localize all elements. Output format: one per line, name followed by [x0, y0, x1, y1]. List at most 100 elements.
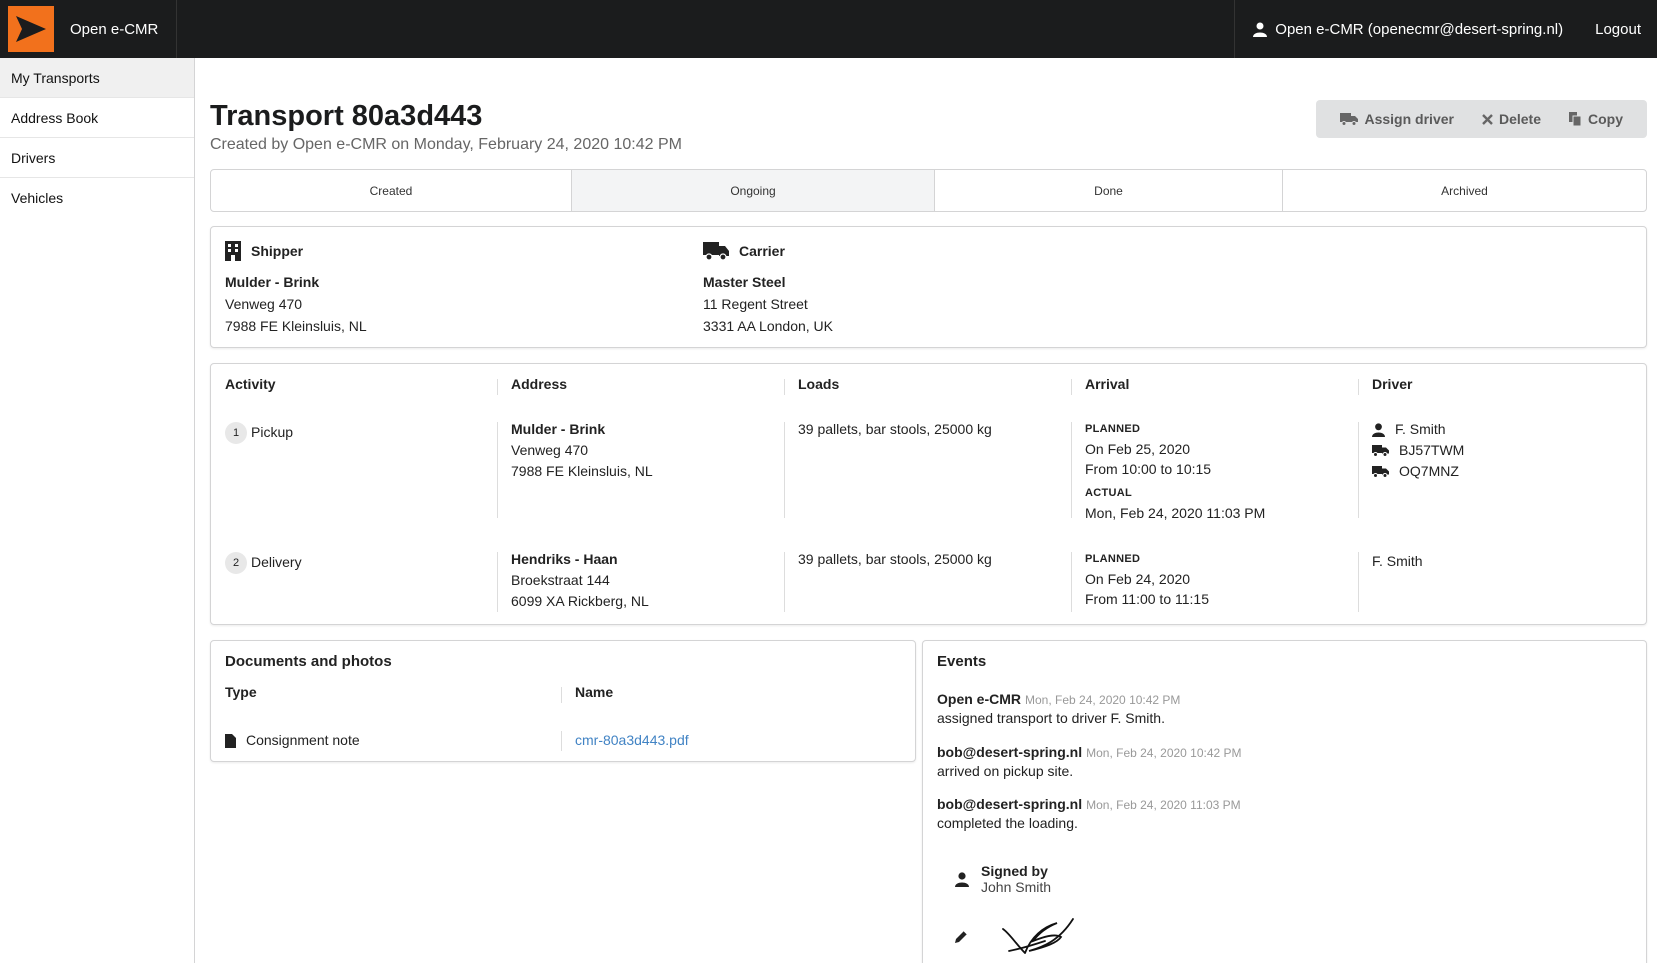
events-card: Events Open e-CMR Mon, Feb 24, 2020 10:42…	[922, 640, 1647, 963]
building-icon	[225, 241, 241, 261]
assign-driver-label: Assign driver	[1364, 111, 1454, 127]
table-row-activity: 1 Pickup	[225, 422, 293, 445]
table-row-address: Mulder - Brink Venweg 470 7988 FE Kleins…	[511, 419, 653, 482]
event-author: Open e-CMR	[937, 691, 1021, 707]
col-header-address: Address	[511, 376, 568, 392]
signature-image	[1002, 918, 1074, 954]
event-text: assigned transport to driver F. Smith.	[937, 710, 1165, 726]
address-name: Mulder - Brink	[511, 421, 606, 437]
carrier-street: 11 Regent Street	[703, 296, 808, 312]
user-icon	[1372, 422, 1385, 437]
copy-icon	[1569, 112, 1582, 126]
planned-label: PLANNED	[1085, 423, 1141, 435]
sidebar-item-vehicles[interactable]: Vehicles	[0, 178, 194, 218]
page-subtitle: Created by Open e-CMR on Monday, Februar…	[210, 136, 682, 153]
close-icon	[1482, 113, 1493, 125]
activities-table: Activity Address Loads Arrival Driver 1P…	[210, 363, 1647, 625]
activity-number: 1	[225, 422, 247, 445]
shipper-street: Venweg 470	[225, 296, 303, 312]
truck-icon	[1340, 113, 1359, 126]
signer-name: John Smith	[981, 879, 1052, 895]
trailer-plate: OQ7MNZ	[1399, 463, 1459, 479]
table-row-loads: 39 pallets, bar stools, 25000 kg	[798, 421, 992, 437]
truck-icon	[703, 242, 729, 261]
pencil-icon	[955, 930, 968, 943]
col-header-loads: Loads	[798, 376, 840, 392]
event-time: Mon, Feb 24, 2020 11:03 PM	[1086, 798, 1241, 812]
planned-label: PLANNED	[1085, 553, 1141, 565]
copy-label: Copy	[1588, 111, 1623, 127]
planned-time: From 11:00 to 11:15	[1085, 591, 1209, 607]
carrier-block: Carrier Master Steel 11 Regent Street 33…	[703, 239, 833, 337]
document-link[interactable]: cmr-80a3d443.pdf	[575, 730, 689, 751]
planned-date: On Feb 24, 2020	[1085, 571, 1191, 587]
user-icon	[1253, 22, 1268, 37]
col-header-arrival: Arrival	[1085, 376, 1130, 392]
copy-button[interactable]: Copy	[1555, 100, 1637, 138]
table-row-address: Hendriks - Haan Broekstraat 144 6099 XA …	[511, 549, 649, 612]
driver-name: F. Smith	[1395, 421, 1446, 437]
activity-number: 2	[225, 552, 247, 575]
address-city: 6099 XA Rickberg, NL	[511, 593, 649, 609]
actual-value: Mon, Feb 24, 2020 11:03 PM	[1085, 505, 1266, 521]
user-icon	[955, 871, 969, 887]
action-button-group: Assign driver Delete Copy	[1316, 100, 1647, 138]
col-header-type: Type	[225, 684, 257, 700]
truck-icon	[1372, 466, 1389, 478]
signature	[953, 915, 1079, 959]
logo-icon[interactable]	[8, 6, 54, 52]
brand-name[interactable]: Open e-CMR	[54, 0, 178, 58]
step-ongoing: Ongoing	[572, 170, 935, 211]
table-row-arrival: PLANNED On Feb 25, 2020 From 10:00 to 10…	[1085, 419, 1265, 523]
sidebar-item-address-book[interactable]: Address Book	[0, 98, 194, 138]
events-heading: Events	[937, 653, 987, 670]
step-done: Done	[935, 170, 1283, 211]
sidebar-item-my-transports[interactable]: My Transports	[0, 58, 194, 98]
actual-label: ACTUAL	[1085, 487, 1133, 499]
logout-link[interactable]: Logout	[1581, 0, 1657, 58]
event-item: bob@desert-spring.nl Mon, Feb 24, 2020 10…	[937, 744, 1242, 779]
status-steps: Created Ongoing Done Archived	[210, 169, 1647, 212]
documents-card: Documents and photos Type Name Consignme…	[210, 640, 916, 762]
col-header-driver: Driver	[1372, 376, 1413, 392]
assign-driver-button[interactable]: Assign driver	[1326, 100, 1467, 138]
signed-by: Signed by John Smith	[955, 863, 1051, 895]
carrier-name: Master Steel	[703, 274, 786, 290]
address-city: 7988 FE Kleinsluis, NL	[511, 463, 653, 479]
event-author: bob@desert-spring.nl	[937, 744, 1083, 760]
carrier-city: 3331 AA London, UK	[703, 318, 833, 334]
documents-heading: Documents and photos	[225, 653, 392, 670]
page-title: Transport 80a3d443	[210, 100, 483, 132]
parties-card: Shipper Mulder - Brink Venweg 470 7988 F…	[210, 226, 1647, 348]
shipper-name: Mulder - Brink	[225, 274, 320, 290]
carrier-heading: Carrier	[739, 243, 785, 259]
shipper-heading: Shipper	[251, 243, 304, 259]
planned-date: On Feb 25, 2020	[1085, 441, 1191, 457]
col-header-activity: Activity	[225, 376, 276, 392]
table-row-arrival: PLANNED On Feb 24, 2020 From 11:00 to 11…	[1085, 549, 1209, 609]
shipper-city: 7988 FE Kleinsluis, NL	[225, 318, 367, 334]
file-icon	[225, 733, 236, 748]
driver-name: F. Smith	[1372, 553, 1423, 569]
main-content: Transport 80a3d443 Created by Open e-CMR…	[210, 58, 1647, 963]
user-label: Open e-CMR (openecmr@desert-spring.nl)	[1275, 20, 1564, 38]
sidebar-item-drivers[interactable]: Drivers	[0, 138, 194, 178]
truck-icon	[1372, 445, 1389, 457]
planned-time: From 10:00 to 10:15	[1085, 461, 1212, 477]
step-archived: Archived	[1441, 183, 1488, 198]
delete-button[interactable]: Delete	[1468, 100, 1555, 138]
shipper-block: Shipper Mulder - Brink Venweg 470 7988 F…	[225, 239, 367, 337]
table-row-activity: 2 Delivery	[225, 552, 302, 575]
document-type: Consignment note	[246, 732, 360, 748]
address-street: Broekstraat 144	[511, 572, 610, 588]
event-text: completed the loading.	[937, 815, 1078, 831]
vehicle-plate: BJ57TWM	[1399, 442, 1465, 458]
table-row-driver: F. Smith BJ57TWM OQ7MNZ	[1372, 419, 1464, 482]
sidebar: My Transports Address Book Drivers Vehic…	[0, 58, 195, 963]
event-time: Mon, Feb 24, 2020 10:42 PM	[1025, 693, 1181, 707]
step-created: Created	[211, 170, 572, 211]
top-navbar: Open e-CMR Open e-CMR (openecmr@desert-s…	[0, 0, 1657, 58]
table-row-loads: 39 pallets, bar stools, 25000 kg	[798, 551, 992, 567]
address-street: Venweg 470	[511, 442, 589, 458]
user-menu[interactable]: Open e-CMR (openecmr@desert-spring.nl)	[1234, 0, 1581, 58]
